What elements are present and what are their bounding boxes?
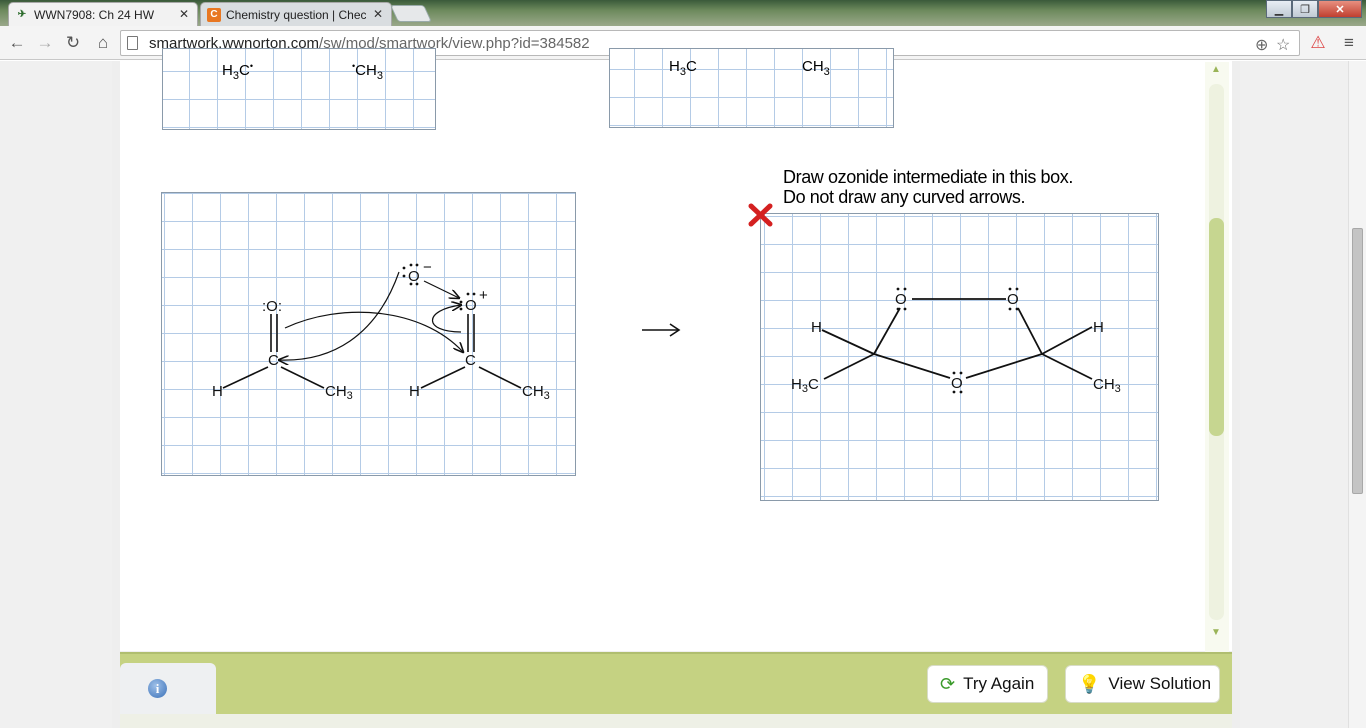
h3c-label: H3C• (222, 61, 253, 82)
lightbulb-icon: 💡 (1078, 673, 1101, 694)
ch3-label: CH3 (325, 383, 353, 402)
oxygen-label: O (1007, 291, 1019, 308)
h3c-label: H3C (791, 376, 819, 395)
single-bond (1017, 307, 1043, 355)
single-bond (873, 307, 901, 355)
info-icon[interactable]: i (148, 679, 167, 698)
h3c-label: H3C (669, 58, 697, 78)
single-bond (1041, 353, 1093, 380)
forward-icon[interactable]: → (34, 32, 56, 54)
back-icon[interactable]: ← (6, 32, 28, 54)
window-controls: ▁ ❐ ✕ (1266, 0, 1362, 18)
left-gutter (112, 61, 120, 728)
tab-label: Chemistry question | Chec (226, 7, 366, 22)
single-bond (965, 353, 1043, 379)
oxygen-label: O (465, 297, 477, 314)
bookmark-star-icon[interactable]: ☆ (1276, 35, 1290, 55)
oxygen-label: O (895, 291, 907, 308)
home-icon[interactable]: ⌂ (92, 32, 114, 54)
scroll-down-icon[interactable]: ▼ (1211, 627, 1221, 638)
refresh-icon: ⟳ (940, 673, 956, 694)
zoom-icon[interactable]: ⊕ (1255, 35, 1268, 55)
hydrogen-label: H (811, 319, 822, 336)
extension-icon[interactable]: ⚠ (1307, 32, 1329, 54)
single-bond (222, 366, 269, 389)
new-tab-button[interactable] (390, 5, 432, 22)
tab-wwnorton[interactable]: ✈ WWN7908: Ch 24 HW ✕ (8, 2, 198, 26)
view-solution-label: View Solution (1108, 674, 1212, 693)
reaction-arrow (642, 323, 681, 337)
curved-arrow (423, 280, 459, 298)
single-bond (1041, 326, 1093, 355)
page-icon (127, 36, 138, 50)
close-tab-icon[interactable]: ✕ (373, 7, 383, 21)
ch3-label: CH3 (1093, 376, 1121, 395)
try-again-button[interactable]: ⟳ Try Again (927, 665, 1048, 703)
inner-scroll-thumb[interactable] (1209, 218, 1224, 436)
view-solution-button[interactable]: 💡 View Solution (1065, 665, 1220, 703)
charge-label: + (479, 287, 488, 304)
hydrogen-label: H (409, 383, 420, 400)
carbon-label: C (465, 352, 476, 369)
curved-arrow (431, 305, 462, 333)
tab-label: WWN7908: Ch 24 HW (34, 7, 155, 22)
right-gutter (1232, 61, 1240, 728)
close-window-icon[interactable]: ✕ (1318, 0, 1362, 18)
ch3-label: •CH3 (352, 61, 383, 82)
single-bond (821, 329, 875, 355)
top-box-labels-container: H3C• •CH3 H3C CH3 (162, 58, 902, 82)
hydrogen-label: H (212, 383, 223, 400)
menu-icon[interactable]: ≡ (1338, 32, 1360, 54)
charge-label: − (423, 259, 432, 276)
curved-arrow (279, 271, 400, 360)
single-bond (478, 366, 522, 389)
ch3-label: CH3 (522, 383, 550, 402)
single-bond (823, 353, 875, 380)
single-bond (873, 353, 951, 379)
try-again-label: Try Again (963, 674, 1035, 693)
info-tab[interactable] (120, 663, 216, 714)
tab-chegg[interactable]: C Chemistry question | Chec ✕ (200, 2, 392, 26)
mechanism-drawing: :O: C H CH3 O − O + C H CH3 (212, 259, 550, 402)
reactant-box-top-right (609, 48, 894, 128)
close-tab-icon[interactable]: ✕ (179, 7, 189, 21)
reload-icon[interactable]: ↻ (62, 32, 84, 54)
chegg-icon: C (207, 7, 221, 22)
ozonide-drawing: O O O H H H3C CH3 (791, 287, 1121, 395)
oxygen-label: :O: (262, 298, 282, 315)
bottom-strip (120, 714, 1232, 728)
wwnorton-icon: ✈ (17, 9, 27, 20)
page-scroll-thumb[interactable] (1352, 228, 1363, 494)
scroll-up-icon[interactable]: ▲ (1211, 64, 1221, 75)
minimize-icon[interactable]: ▁ (1266, 0, 1292, 18)
oxygen-label: O (408, 268, 420, 285)
window-titlebar: ✈ WWN7908: Ch 24 HW ✕ C Chemistry questi… (0, 0, 1366, 26)
hydrogen-label: H (1093, 319, 1104, 336)
question-prompt: Draw ozonide intermediate in this box. D… (783, 167, 1073, 207)
ch3-label: CH3 (802, 58, 830, 78)
carbon-label: C (268, 352, 279, 369)
restore-icon[interactable]: ❐ (1292, 0, 1318, 18)
prompt-line: Do not draw any curved arrows. (783, 187, 1026, 207)
single-bond (280, 366, 325, 389)
prompt-line: Draw ozonide intermediate in this box. (783, 167, 1073, 187)
oxygen-label: O (951, 375, 963, 392)
single-bond (420, 366, 466, 389)
